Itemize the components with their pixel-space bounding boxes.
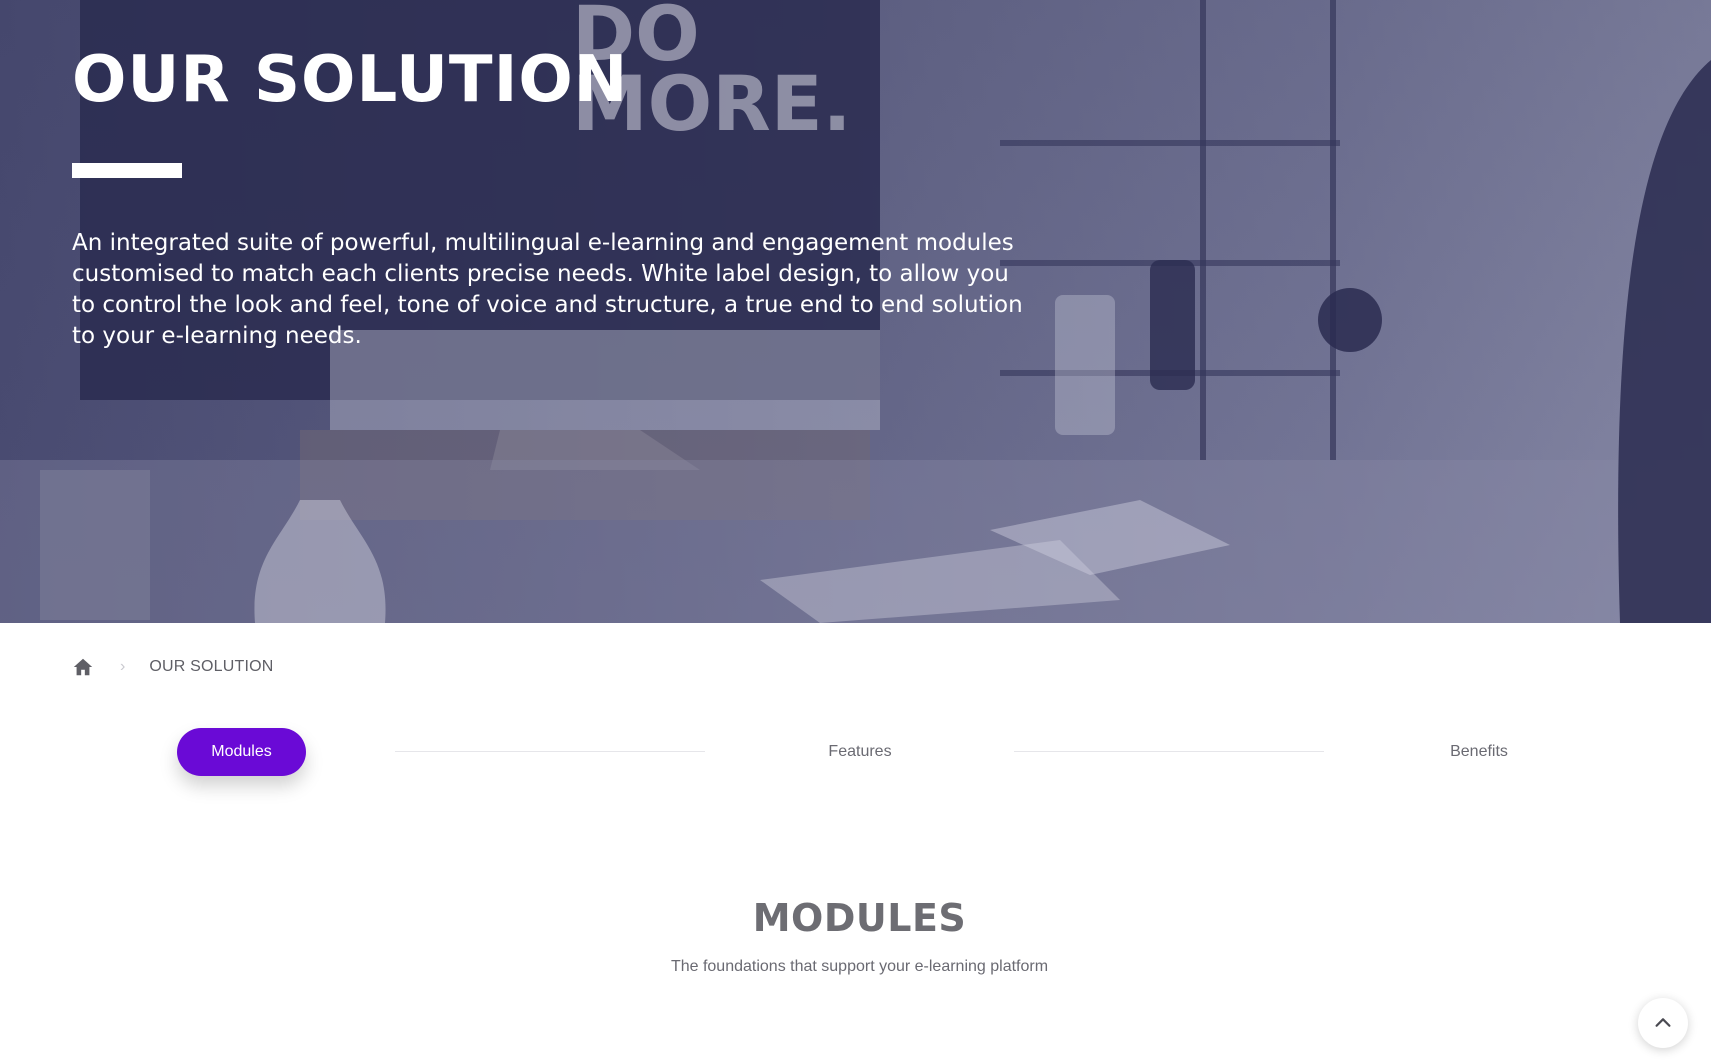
breadcrumb: › OUR SOLUTION (72, 652, 274, 682)
back-to-top-button[interactable] (1638, 998, 1688, 1048)
section-tabs: Modules Features Benefits (0, 728, 1711, 776)
tab-benefits[interactable]: Benefits (1414, 728, 1544, 776)
breadcrumb-current: OUR SOLUTION (149, 658, 274, 675)
tab-modules[interactable]: Modules (177, 728, 306, 776)
tab-connector (395, 751, 705, 752)
hero-description: An integrated suite of powerful, multili… (72, 230, 1023, 349)
home-icon (73, 658, 93, 676)
section-title: MODULES (752, 896, 967, 940)
section-subtitle: The foundations that support your e-lear… (670, 958, 1049, 975)
tab-connector (1014, 751, 1324, 752)
page-title: OUR SOLUTION (72, 43, 629, 117)
hero-banner: DO MORE. OUR SOLUTION An integrated suit… (0, 0, 1711, 623)
title-underline (72, 163, 182, 178)
breadcrumb-separator: › (120, 658, 126, 675)
breadcrumb-home-link[interactable] (72, 656, 94, 678)
tab-features[interactable]: Features (795, 728, 925, 776)
chevron-up-icon (1655, 1018, 1671, 1027)
